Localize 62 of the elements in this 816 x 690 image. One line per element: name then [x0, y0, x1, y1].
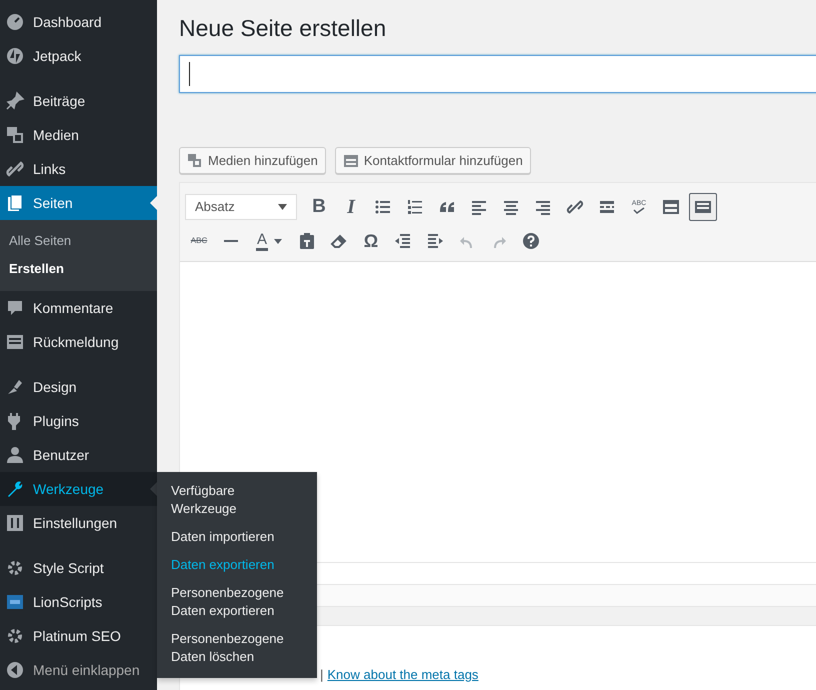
gear-icon [5, 558, 25, 578]
caret-icon [278, 204, 287, 210]
format-dropdown[interactable]: Absatz [185, 194, 297, 220]
meta-tags-link[interactable]: Know about the meta tags [327, 664, 478, 684]
paste-text-icon [297, 231, 317, 251]
dashboard-icon [5, 12, 25, 32]
pin-icon [5, 91, 25, 111]
flyout-item[interactable]: Daten exportieren [157, 551, 317, 579]
menu-item[interactable]: Rückmeldung [0, 325, 157, 359]
media-icon [5, 125, 25, 145]
badge-icon [5, 592, 25, 612]
menu-item[interactable]: Benutzer [0, 438, 157, 472]
menu-item[interactable]: Jetpack [0, 39, 157, 73]
add-button[interactable]: Medien hinzufügen [179, 147, 326, 174]
italic-button[interactable]: I [337, 193, 365, 221]
menu-item[interactable]: Design [0, 370, 157, 404]
menu-item[interactable]: Seiten [0, 186, 157, 220]
horizontal-line-icon [224, 240, 238, 242]
flyout-item[interactable]: Daten importieren [157, 523, 317, 551]
submenu-item[interactable]: Erstellen [0, 255, 157, 283]
menu-item[interactable]: Kommentare [0, 291, 157, 325]
media-icon [187, 152, 203, 168]
outdent-icon [393, 231, 413, 251]
menu-item[interactable]: Dashboard [0, 5, 157, 39]
symbol-button[interactable]: Ω [357, 227, 385, 255]
indent-icon [425, 231, 445, 251]
menu-pointer-icon [150, 196, 157, 210]
bolt-icon [5, 46, 25, 66]
flyout-item[interactable]: Personenbezogene Daten löschen [157, 625, 317, 671]
menu-item[interactable]: Links [0, 152, 157, 186]
menu-item[interactable]: Platinum SEO [0, 619, 157, 653]
menu-item[interactable]: LionScripts [0, 585, 157, 619]
title-input[interactable] [179, 55, 816, 93]
menu-item[interactable]: Medien [0, 118, 157, 152]
form-icon [342, 152, 359, 168]
user-icon [5, 445, 25, 465]
check-icon [633, 207, 645, 214]
add-button[interactable]: Kontaktformular hinzufügen [334, 147, 531, 174]
menu-item[interactable]: Beiträge [0, 84, 157, 118]
link-icon [5, 159, 25, 179]
page-title: Neue Seite erstellen [179, 14, 388, 42]
strikethrough-button[interactable]: ABC [185, 227, 213, 255]
submenu-item[interactable]: Alle Seiten [0, 227, 157, 255]
text-color-button[interactable]: A [249, 227, 289, 255]
comment-icon [5, 298, 25, 318]
form-icon [661, 197, 681, 217]
bold-button[interactable]: B [305, 193, 333, 221]
gear-icon [5, 626, 25, 646]
help-icon [521, 231, 541, 251]
caret-icon [274, 238, 282, 244]
text-cursor [189, 62, 190, 86]
flyout-item[interactable]: Personenbezogene Daten exportieren [157, 579, 317, 625]
collapse-icon [5, 660, 25, 680]
numbered-list-icon [405, 197, 425, 217]
menu-item[interactable]: Werkzeuge [0, 472, 157, 506]
form-icon [5, 332, 25, 352]
menu-item[interactable]: Plugins [0, 404, 157, 438]
collapse-menu-button[interactable]: Menü einklappen [0, 653, 157, 687]
menu-item[interactable]: Style Script [0, 551, 157, 585]
flyout-item[interactable]: Verfügbare Werkzeuge [157, 477, 317, 523]
menu-item[interactable]: Einstellungen [0, 506, 157, 540]
separator-text: | [320, 666, 324, 684]
